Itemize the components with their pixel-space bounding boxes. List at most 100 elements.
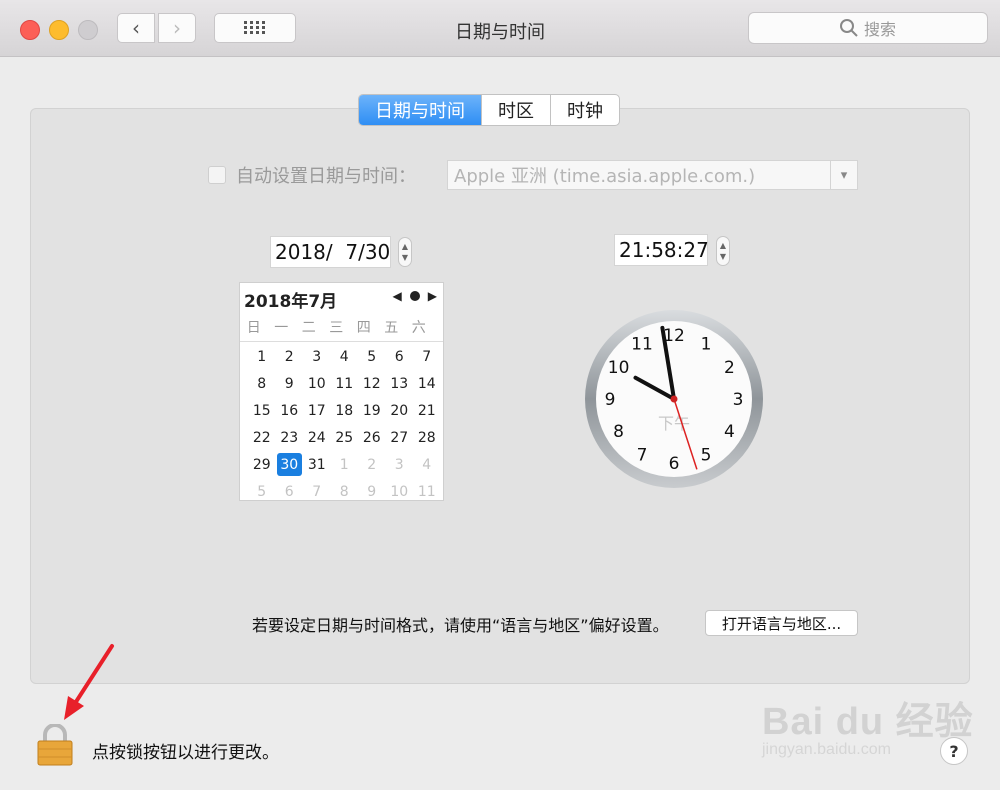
- calendar-day[interactable]: 19: [358, 397, 386, 424]
- calendar-day[interactable]: 5: [358, 343, 386, 370]
- calendar-day[interactable]: 10: [386, 478, 414, 505]
- calendar-day[interactable]: 7: [413, 343, 441, 370]
- previous-month-icon[interactable]: ◀: [393, 289, 402, 303]
- time-server-value: Apple 亚洲 (time.asia.apple.com.): [454, 166, 756, 187]
- calendar-day[interactable]: 11: [331, 370, 359, 397]
- calendar-day[interactable]: 25: [331, 424, 359, 451]
- calendar-day[interactable]: 24: [303, 424, 331, 451]
- clock-number: 4: [724, 422, 735, 442]
- stepper-down-icon[interactable]: ▼: [402, 252, 408, 263]
- calendar-day[interactable]: 7: [303, 478, 331, 505]
- calendar-day[interactable]: 29: [248, 451, 276, 478]
- next-month-icon[interactable]: ▶: [428, 289, 437, 303]
- date-stepper[interactable]: ▲ ▼: [398, 237, 412, 267]
- calendar-day[interactable]: 1: [248, 343, 276, 370]
- calendar-weekday-header: 日一二三四五六: [240, 317, 443, 342]
- calendar-day[interactable]: 13: [386, 370, 414, 397]
- calendar-day[interactable]: 9: [276, 370, 304, 397]
- calendar-day[interactable]: 4: [331, 343, 359, 370]
- calendar-day[interactable]: 21: [413, 397, 441, 424]
- calendar-day[interactable]: 2: [358, 451, 386, 478]
- tab-clock[interactable]: 时钟: [550, 95, 619, 125]
- lock-icon[interactable]: [36, 724, 74, 766]
- calendar-day[interactable]: 26: [358, 424, 386, 451]
- clock-number: 10: [608, 358, 630, 378]
- analog-clock: 12 1234567891011 下午: [585, 310, 763, 488]
- auto-time-row: 自动设置日期与时间：: [208, 162, 416, 188]
- clock-number: 2: [724, 358, 735, 378]
- calendar-nav: ◀ ▶: [393, 289, 437, 303]
- calendar-day[interactable]: 5: [248, 478, 276, 505]
- calendar-day[interactable]: 30: [276, 453, 302, 476]
- calendar-day[interactable]: 15: [248, 397, 276, 424]
- chevron-down-icon[interactable]: ▾: [830, 161, 857, 189]
- time-stepper[interactable]: ▲ ▼: [716, 236, 730, 266]
- calendar-day[interactable]: 6: [386, 343, 414, 370]
- open-language-region-button[interactable]: 打开语言与地区...: [705, 610, 858, 636]
- tab-time-zone[interactable]: 时区: [481, 95, 550, 125]
- stepper-up-icon[interactable]: ▲: [720, 240, 726, 251]
- calendar-day[interactable]: 4: [413, 451, 441, 478]
- settings-panel: [30, 108, 970, 684]
- calendar-day[interactable]: 2: [276, 343, 304, 370]
- calendar-day[interactable]: 10: [303, 370, 331, 397]
- weekday-label: 日: [246, 320, 261, 336]
- calendar-day[interactable]: 27: [386, 424, 414, 451]
- calendar-month-title: 2018年7月: [244, 292, 338, 312]
- tab-date-time[interactable]: 日期与时间: [359, 95, 481, 125]
- clock-number: 11: [631, 335, 653, 355]
- format-hint-text: 若要设定日期与时间格式，请使用“语言与地区”偏好设置。: [252, 616, 669, 635]
- time-field[interactable]: 21:58:27: [614, 234, 709, 266]
- calendar-day[interactable]: 16: [276, 397, 304, 424]
- stepper-up-icon[interactable]: ▲: [402, 241, 408, 252]
- calendar-day[interactable]: 9: [358, 478, 386, 505]
- calendar-day[interactable]: 12: [358, 370, 386, 397]
- calendar-days-grid: 1 2 3 4 5 6 7 8 9 10 11 12 13 14 15 16 17 18 19 20 21 22 23 24 2…: [248, 343, 438, 505]
- calendar-day[interactable]: 3: [303, 343, 331, 370]
- calendar-day[interactable]: 6: [276, 478, 304, 505]
- clock-number: 8: [613, 422, 624, 442]
- weekday-label: 二: [301, 320, 316, 336]
- watermark-brand: Bai du 经验: [762, 701, 974, 743]
- calendar-day[interactable]: 17: [303, 397, 331, 424]
- calendar-day[interactable]: 1: [331, 451, 359, 478]
- date-value: 2018/ 7/30: [275, 240, 391, 264]
- auto-time-checkbox[interactable]: [208, 166, 226, 184]
- calendar-day[interactable]: 23: [276, 424, 304, 451]
- clock-center: [670, 395, 678, 403]
- calendar-day[interactable]: 3: [386, 451, 414, 478]
- clock-ampm: 下午: [658, 414, 690, 433]
- search-field[interactable]: 搜索: [748, 12, 988, 44]
- today-dot-icon[interactable]: [409, 291, 420, 301]
- weekday-label: 四: [356, 320, 371, 336]
- calendar-day[interactable]: 28: [413, 424, 441, 451]
- stepper-down-icon[interactable]: ▼: [720, 251, 726, 262]
- clock-number: 6: [669, 454, 680, 474]
- calendar-day[interactable]: 20: [386, 397, 414, 424]
- time-server-select[interactable]: Apple 亚洲 (time.asia.apple.com.) ▾: [447, 160, 858, 190]
- clock-number: 5: [701, 445, 712, 465]
- calendar-day[interactable]: 22: [248, 424, 276, 451]
- calendar: 2018年7月 ◀ ▶ 日一二三四五六 1 2 3 4 5 6 7 8 9 10 11 12 13 14 1…: [239, 282, 444, 501]
- calendar-day[interactable]: 8: [331, 478, 359, 505]
- clock-number: 9: [605, 390, 616, 410]
- help-button[interactable]: ?: [940, 737, 968, 765]
- calendar-day[interactable]: 11: [413, 478, 441, 505]
- weekday-label: 三: [329, 320, 344, 336]
- clock-number: 7: [637, 445, 648, 465]
- calendar-day[interactable]: 31: [303, 451, 331, 478]
- weekday-label: 五: [384, 320, 399, 336]
- calendar-day[interactable]: 18: [331, 397, 359, 424]
- weekday-label: 一: [274, 320, 289, 336]
- calendar-day[interactable]: 8: [248, 370, 276, 397]
- clock-number: 3: [733, 390, 744, 410]
- annotation-arrow-icon: [64, 644, 114, 720]
- date-field[interactable]: 2018/ 7/30: [270, 236, 391, 268]
- calendar-day[interactable]: 14: [413, 370, 441, 397]
- lock-hint-text: 点按锁按钮以进行更改。: [92, 743, 279, 763]
- weekday-label: 六: [411, 320, 426, 336]
- tab-bar: 日期与时间 时区 时钟: [358, 94, 620, 126]
- search-icon: [839, 19, 858, 37]
- title-bar: ‹ › 日期与时间 搜索: [0, 0, 1000, 57]
- auto-time-label: 自动设置日期与时间：: [236, 166, 416, 187]
